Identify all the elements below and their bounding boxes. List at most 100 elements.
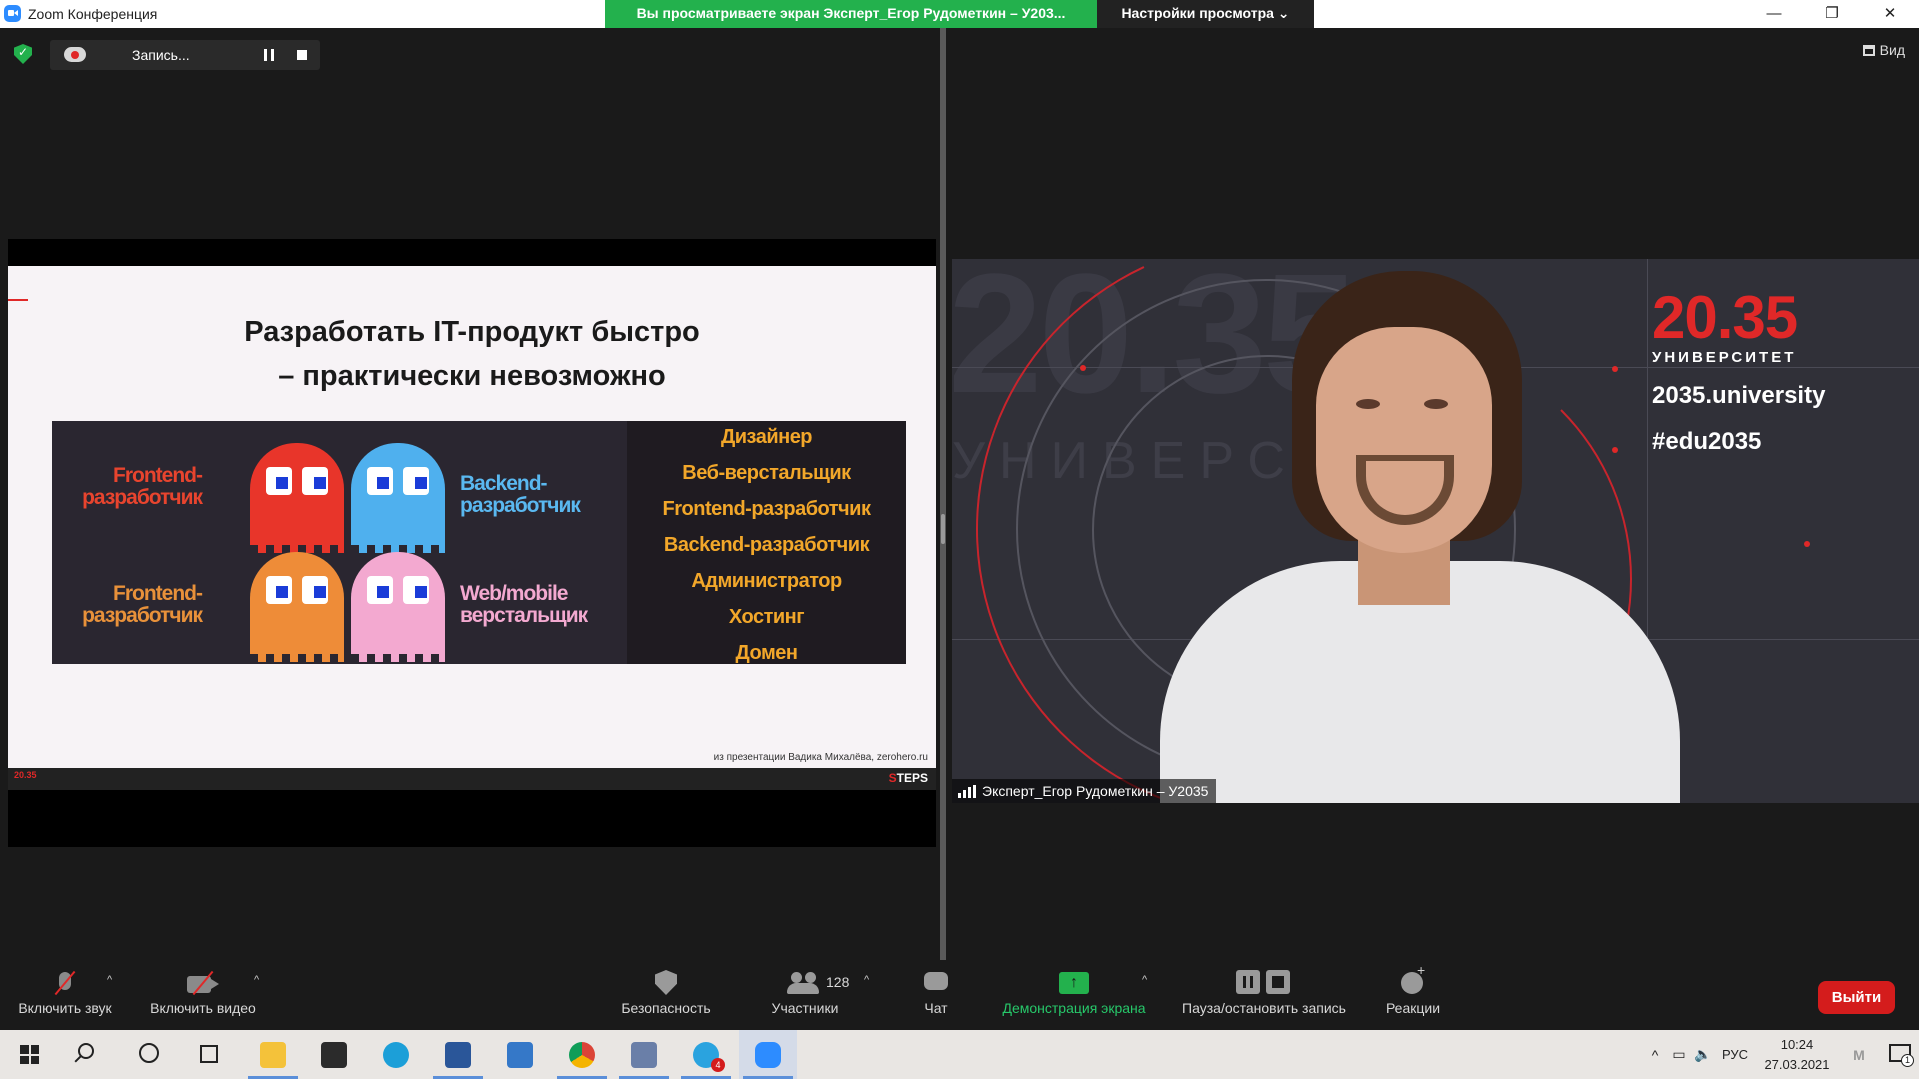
participants-caret-icon[interactable]: ^ [864,974,876,986]
share-screen-label: Демонстрация экрана [1002,1000,1146,1016]
cortana-button[interactable] [120,1030,178,1079]
list-item: Frontend-разработчик [662,498,871,520]
task-view-button[interactable] [180,1030,238,1079]
reactions-button[interactable]: Реакции [1380,960,1446,1030]
brand-number: 20.35 [1652,284,1798,351]
restore-button[interactable]: ❐ [1803,0,1861,28]
list-item: Дизайнер [720,426,813,448]
decor-dot [1804,541,1810,547]
pause-stop-recording-button[interactable]: Пауза/остановить запись [1172,960,1356,1030]
brand-university: УНИВЕРСИТЕТ [1652,349,1797,366]
start-video-button[interactable]: Включить видео [143,960,263,1030]
slide-title-line2: – практически невозможно [278,360,666,392]
taskbar-chrome[interactable] [553,1030,611,1079]
speaker-video[interactable]: 20.35 УНИВЕРСИТЕ 20.35 УНИВЕРСИТЕТ 2035.… [952,259,1919,803]
shield-icon [655,970,677,995]
security-label: Безопасность [621,1000,711,1016]
notification-count: 1 [1901,1054,1914,1067]
chat-label: Чат [924,1000,948,1016]
screen-share-banner: Вы просматриваете экран Эксперт_Егор Руд… [605,0,1097,28]
pink-ghost-icon [351,552,445,662]
snipping-icon [631,1042,657,1068]
list-item: Backend-разработчик [663,534,870,556]
word-icon [445,1042,471,1068]
input-language[interactable]: РУС [1715,1047,1755,1062]
audio-options-caret-icon[interactable]: ^ [107,974,119,986]
cortana-icon [139,1043,159,1063]
tray-overflow-chevron-icon[interactable]: ^ [1643,1047,1667,1063]
university-logo: 20.35 [14,770,37,780]
zoom-logo-icon [4,5,21,22]
video-options-caret-icon[interactable]: ^ [254,974,266,986]
leave-meeting-button[interactable]: Выйти [1818,981,1895,1014]
taskbar-store[interactable] [305,1030,363,1079]
taskbar-zoom[interactable] [739,1030,797,1079]
taskbar-snipping[interactable] [615,1030,673,1079]
pane-splitter[interactable] [940,28,946,964]
zoom-icon [755,1042,781,1068]
speaker-name: Эксперт_Егор Рудометкин – У2035 [982,783,1209,799]
action-center-button[interactable]: 1 [1879,1030,1919,1079]
taskbar-telegram[interactable]: 4 [677,1030,735,1079]
view-button-label: Вид [1879,42,1905,58]
battery-icon[interactable]: ▭ [1667,1046,1691,1063]
splitter-handle[interactable] [941,514,945,544]
search-button[interactable] [60,1030,118,1079]
orange-ghost-icon [250,552,344,662]
participants-label: Участники [771,1000,839,1016]
taskbar-word[interactable] [429,1030,487,1079]
taskbar-edge[interactable] [367,1030,425,1079]
encryption-shield-icon[interactable] [14,44,32,64]
list-item: Домен [735,642,798,664]
task-view-icon [200,1045,218,1063]
red-ghost-icon [250,443,344,553]
start-button[interactable] [0,1030,58,1079]
list-item: Веб-верстальщик [682,462,851,484]
view-button[interactable]: Вид [1862,42,1905,58]
stop-recording-icon[interactable] [297,50,307,60]
role-label-frontend-2: Frontend- разработчик [82,582,203,627]
system-tray: ^ ▭ 🔈 РУС 10:24 27.03.2021 M 1 [1643,1030,1919,1079]
security-button[interactable]: Безопасность [616,960,716,1030]
pause-recording-icon[interactable] [264,49,274,61]
slide-source-caption: из презентации Вадика Михалёва, zerohero… [713,752,928,763]
view-settings-button[interactable]: Настройки просмотра ⌄ [1097,0,1314,28]
start-icon [20,1045,39,1064]
participants-button[interactable]: 128 Участники [760,960,850,1030]
cloud-recording-icon [64,47,86,62]
telegram-unread-badge: 4 [711,1058,725,1072]
unmute-label: Включить звук [18,1000,112,1016]
clock-time: 10:24 [1780,1036,1814,1052]
unmute-button[interactable]: Включить звук [12,960,118,1030]
share-options-caret-icon[interactable]: ^ [1142,974,1154,986]
steps-logo: STEPS [889,771,928,785]
taskbar-file-explorer[interactable] [244,1030,302,1079]
gallery-view-icon [1862,44,1875,56]
store-icon [321,1042,347,1068]
mail-icon [507,1042,533,1068]
role-label-webmobile: Web/mobile верстальщик [460,582,588,627]
role-label-frontend: Frontend- разработчик [82,464,203,509]
clock[interactable]: 10:24 27.03.2021 [1755,1035,1839,1075]
volume-icon[interactable]: 🔈 [1691,1046,1715,1063]
participants-count: 128 [826,974,850,990]
speaker-figure [1160,271,1680,803]
list-item: Администратор [691,570,842,592]
taskbar-mail[interactable] [491,1030,549,1079]
chat-button[interactable]: Чат [906,960,966,1030]
meeting-toolbar: Включить звук ^ Включить видео ^ Безопас… [0,960,1919,1030]
speaker-eye [1424,399,1448,409]
speaker-eye [1356,399,1380,409]
clock-date: 27.03.2021 [1764,1056,1830,1072]
close-button[interactable]: ✕ [1861,0,1919,28]
pause-stop-icon [1236,970,1292,994]
slide-title-line1: Разработать IT-продукт быстро [244,316,700,348]
search-icon [78,1043,94,1059]
brand-hashtag: #edu2035 [1652,428,1762,455]
title-bar: Zoom Конференция Вы просматриваете экран… [0,0,1919,28]
share-screen-button[interactable]: Демонстрация экрана [994,960,1154,1030]
chrome-icon [569,1042,595,1068]
minimize-button[interactable]: — [1745,0,1803,28]
reactions-label: Реакции [1385,1000,1441,1016]
slide-accent-line [8,299,28,301]
